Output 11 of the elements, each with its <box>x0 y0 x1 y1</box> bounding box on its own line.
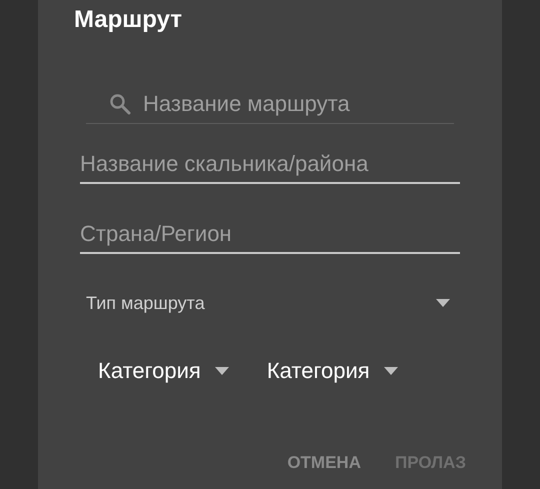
route-type-dropdown[interactable]: Тип маршрута <box>86 288 454 318</box>
category-dropdown[interactable]: Категория <box>266 354 398 388</box>
category-dropdown[interactable]: Категория <box>98 354 229 388</box>
dialog-title: Маршрут <box>74 6 184 34</box>
search-icon <box>108 92 132 116</box>
caret-icon <box>436 299 450 307</box>
input-field[interactable]: Название скальника/района <box>80 150 460 184</box>
input-field[interactable]: Страна/Регион <box>80 220 460 254</box>
caret-icon <box>214 367 229 375</box>
search-field[interactable]: Название маршрута <box>143 90 443 116</box>
caret-icon <box>384 367 398 375</box>
